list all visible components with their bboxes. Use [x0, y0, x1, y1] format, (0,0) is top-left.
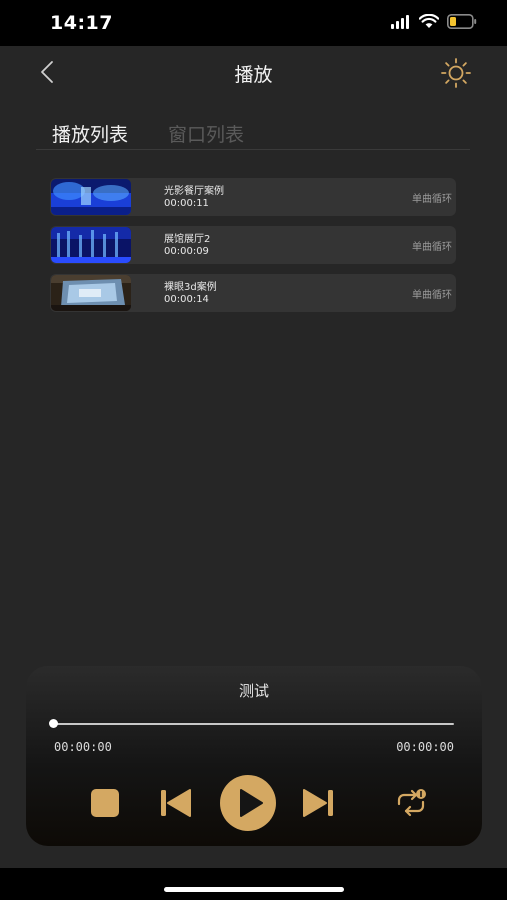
- playlist: 光影餐厅案例 00:00:11 单曲循环 展馆展厅2 00:00:09 单曲循环…: [50, 178, 456, 322]
- next-icon[interactable]: [302, 788, 334, 818]
- battery-icon: [447, 14, 477, 29]
- play-icon[interactable]: [219, 774, 277, 832]
- app-screen: 播放 播放列表 窗口列表 光影餐厅案例 00:00:11 单曲循环 展馆展厅2 …: [0, 46, 507, 868]
- home-indicator[interactable]: [164, 887, 344, 892]
- item-title: 光影餐厅案例: [164, 186, 224, 197]
- brightness-icon[interactable]: [440, 57, 472, 89]
- item-duration: 00:00:09: [164, 246, 209, 257]
- page-title: 播放: [234, 64, 273, 86]
- item-title: 裸眼3d案例: [164, 282, 217, 293]
- item-loop-mode[interactable]: 单曲循环: [412, 238, 452, 253]
- progress-handle[interactable]: [49, 719, 58, 728]
- wifi-icon: [419, 14, 439, 28]
- total-time: 00:00:00: [396, 740, 454, 754]
- previous-icon[interactable]: [160, 788, 192, 818]
- item-duration: 00:00:14: [164, 294, 209, 305]
- video-thumbnail: [51, 275, 131, 311]
- progress-bar[interactable]: [54, 723, 454, 725]
- loop-icon[interactable]: [394, 786, 428, 820]
- status-time: 14:17: [50, 12, 113, 34]
- item-loop-mode[interactable]: 单曲循环: [412, 190, 452, 205]
- tab-window-list[interactable]: 窗口列表: [168, 120, 244, 147]
- item-duration: 00:00:11: [164, 198, 209, 209]
- playlist-item[interactable]: 光影餐厅案例 00:00:11 单曲循环: [50, 178, 456, 216]
- current-time: 00:00:00: [54, 740, 112, 754]
- tab-bar: 播放列表 窗口列表: [36, 118, 470, 150]
- item-loop-mode[interactable]: 单曲循环: [412, 286, 452, 301]
- item-title: 展馆展厅2: [164, 234, 211, 245]
- video-thumbnail: [51, 227, 131, 263]
- tab-playlist[interactable]: 播放列表: [52, 120, 128, 147]
- player-panel: 测试 00:00:00 00:00:00: [26, 666, 482, 846]
- playlist-item[interactable]: 展馆展厅2 00:00:09 单曲循环: [50, 226, 456, 264]
- home-area: [0, 868, 507, 900]
- status-icons: [391, 14, 477, 29]
- cellular-signal-icon: [391, 14, 409, 29]
- video-thumbnail: [51, 179, 131, 215]
- status-bar: 14:17: [0, 0, 507, 46]
- playlist-item[interactable]: 裸眼3d案例 00:00:14 单曲循环: [50, 274, 456, 312]
- player-title: 测试: [238, 682, 269, 700]
- stop-icon[interactable]: [90, 788, 120, 818]
